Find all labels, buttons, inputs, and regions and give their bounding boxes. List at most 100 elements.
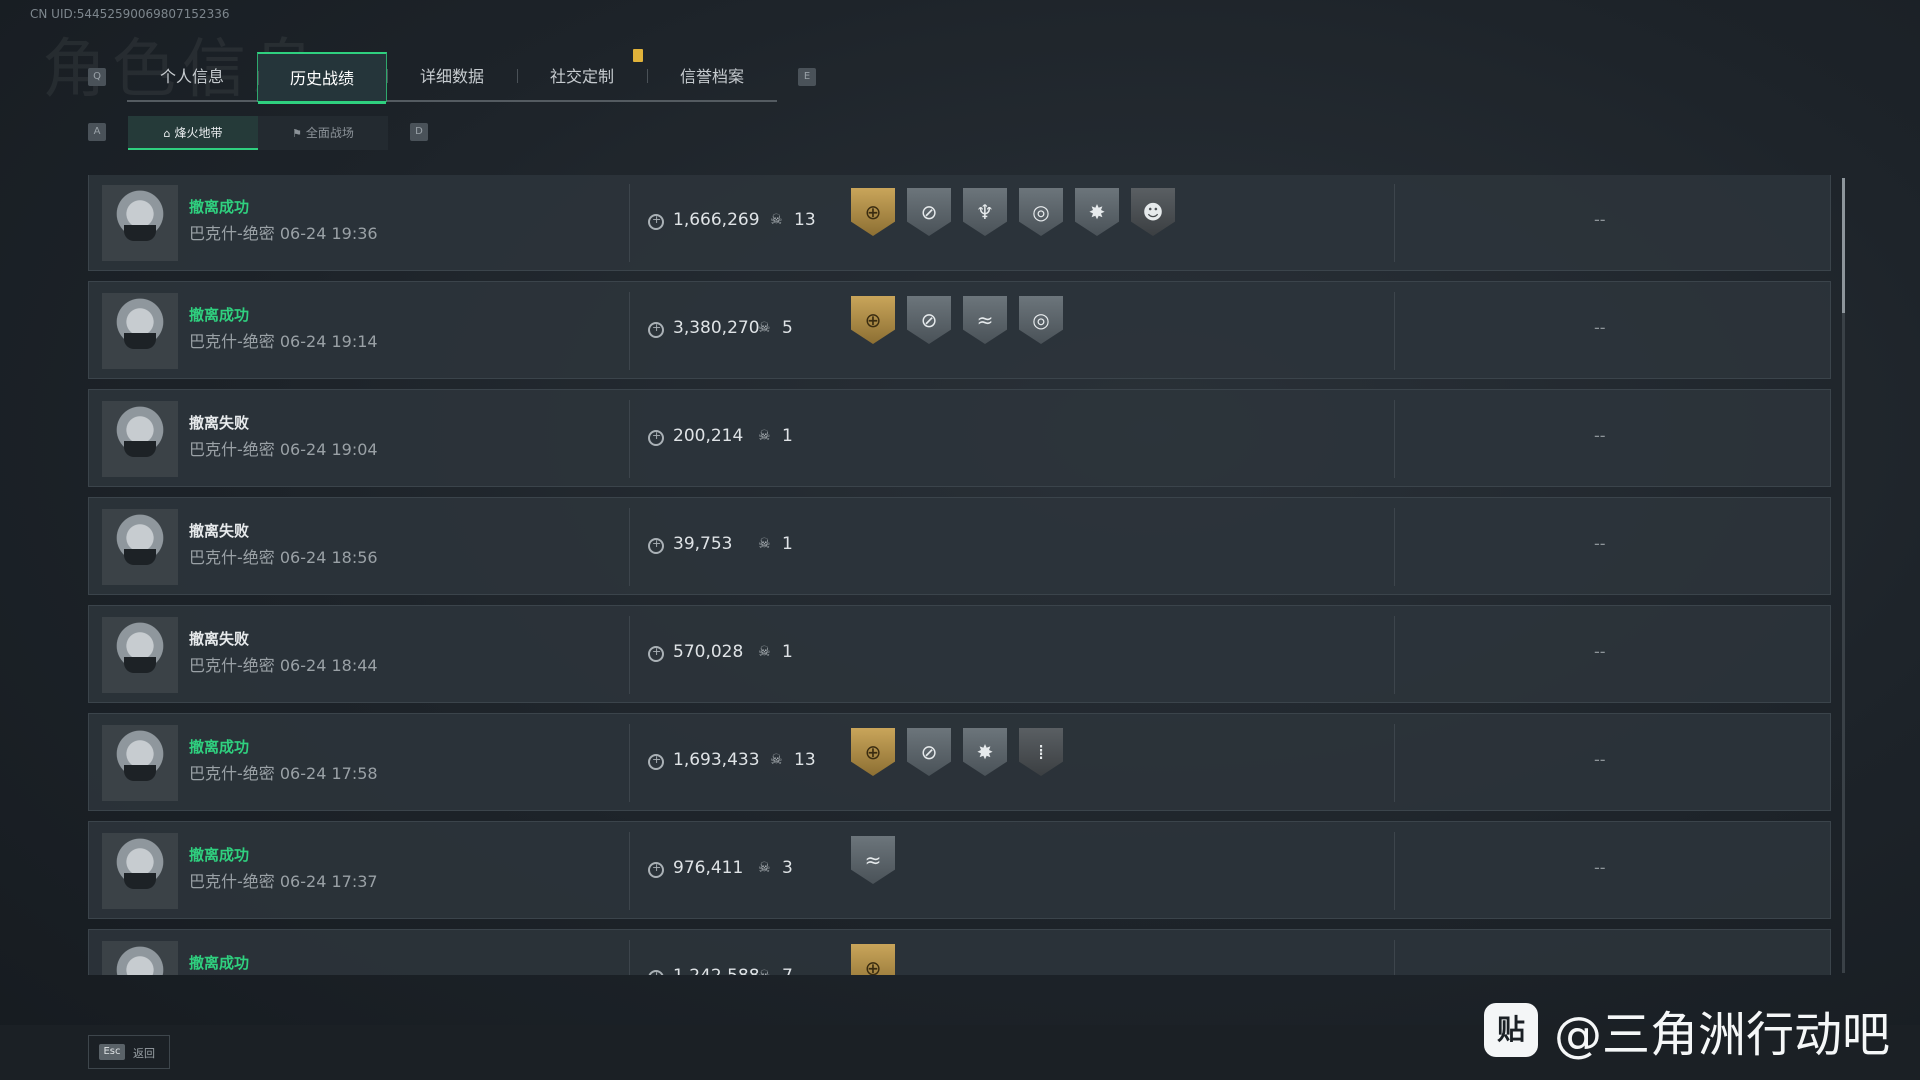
map-name: 巴克什-绝密 [189, 872, 275, 891]
burst-star-icon[interactable]: ✸ [1075, 188, 1119, 236]
match-record-row[interactable]: 撤离成功巴克什-绝密 06-24 17:37 976,411 ☠ 3 ≈ -- [88, 821, 1831, 919]
map-and-time: 巴克什-绝密 06-24 18:44 [189, 652, 378, 676]
skull-icon: ☠ [758, 860, 771, 876]
column-divider [1394, 508, 1395, 586]
gold-emblem-icon[interactable]: ⊕ [851, 296, 895, 344]
column-divider [1394, 832, 1395, 910]
extra-value: -- [1594, 534, 1606, 553]
match-time: 06-24 17:37 [279, 872, 378, 891]
column-divider [629, 832, 630, 910]
extra-value: -- [1594, 426, 1606, 445]
skull-icon: ☠ [758, 968, 771, 975]
eagle-wings-icon[interactable]: ♆ [963, 188, 1007, 236]
match-record-row[interactable]: 撤离失败巴克什-绝密 06-24 18:56 39,753 ☠ 1 -- [88, 497, 1831, 595]
map-and-time: 巴克什-绝密 06-24 17:37 [189, 868, 378, 892]
crosshair-slash-icon[interactable]: ⊘ [907, 296, 951, 344]
watermark-text: @三角洲行动吧 [1553, 1007, 1890, 1063]
operator-avatar [102, 617, 178, 693]
scrollbar-thumb[interactable] [1842, 178, 1845, 313]
kill-count: 5 [782, 318, 793, 338]
coin-icon [648, 537, 664, 554]
kill-count: 13 [794, 210, 816, 230]
sub-tab-bar: ⌂ 烽火地带 ⚑ 全面战场 [128, 116, 388, 150]
skull-icon: ☠ [770, 752, 783, 768]
extracted-value: 570,028 [673, 642, 744, 662]
crosshair-slash-icon[interactable]: ⊘ [907, 188, 951, 236]
extraction-status: 撤离成功 [189, 954, 250, 972]
crosshair-slash-icon[interactable]: ⊘ [907, 728, 951, 776]
coin-icon [648, 429, 664, 446]
column-divider [629, 508, 630, 586]
match-record-row[interactable]: 撤离成功巴克什-绝密 06-24 17:121,242,588☠7⊕-- [88, 929, 1831, 975]
column-divider [1394, 400, 1395, 478]
map-name: 巴克什-绝密 [189, 548, 275, 567]
extraction-status: 撤离成功 [189, 198, 250, 216]
extraction-status: 撤离成功 [189, 306, 250, 324]
match-record-row[interactable]: 撤离成功巴克什-绝密 06-24 19:14 3,380,270☠ 5 ⊕⊘≈◎ -- [88, 281, 1831, 379]
match-time: 06-24 18:56 [279, 548, 378, 567]
kill-count: 1 [782, 534, 793, 554]
kill-count: 7 [782, 966, 793, 975]
tieba-logo-icon: 贴 [1483, 1003, 1538, 1057]
match-record-row[interactable]: 撤离失败巴克什-绝密 06-24 18:44 570,028 ☠ 1 -- [88, 605, 1831, 703]
gold-emblem-icon[interactable]: ⊕ [851, 944, 895, 975]
scrollbar[interactable] [1842, 178, 1845, 973]
match-record-row[interactable]: 撤离失败巴克什-绝密 06-24 19:04 200,214 ☠ 1 -- [88, 389, 1831, 487]
map-and-time: 巴克什-绝密 06-24 19:14 [189, 328, 378, 352]
column-divider [1394, 184, 1395, 262]
match-record-row[interactable]: 撤离成功巴克什-绝密 06-24 19:36 1,666,269 ☠ 13 ⊕⊘♆◎✸☻… [88, 175, 1831, 271]
target-icon[interactable]: ◎ [1019, 296, 1063, 344]
extracted-value: 1,693,433 [673, 750, 760, 770]
tab-match-history[interactable]: 历史战绩 [257, 52, 387, 104]
column-divider [629, 940, 630, 975]
wave-emblem-icon[interactable]: ≈ [963, 296, 1007, 344]
wave-emblem-icon[interactable]: ≈ [851, 836, 895, 884]
tab-detailed-data[interactable]: 详细数据 [387, 52, 517, 100]
extra-value: -- [1594, 642, 1606, 661]
coin-icon [648, 213, 664, 230]
medal-row: ≈ [851, 836, 895, 884]
map-name: 巴克什-绝密 [189, 656, 275, 675]
extraction-status: 撤离失败 [189, 522, 250, 540]
key-hint-d: D [410, 123, 428, 141]
subtab-operations-zone[interactable]: ⌂ 烽火地带 [128, 116, 258, 150]
back-button[interactable]: Esc 返回 [88, 1035, 170, 1069]
back-label: 返回 [133, 1047, 155, 1060]
medal-row: ⊕ [851, 944, 895, 975]
watermark: 贴 @三角洲行动吧 [1483, 995, 1890, 1065]
tab-credit-record[interactable]: 信誉档案 [647, 52, 777, 100]
target-icon[interactable]: ◎ [1019, 188, 1063, 236]
column-divider [629, 724, 630, 802]
column-divider [1394, 616, 1395, 694]
kill-count: 13 [794, 750, 816, 770]
coin-icon [648, 321, 664, 338]
match-time: 06-24 18:44 [279, 656, 378, 675]
extraction-status: 撤离成功 [189, 846, 250, 864]
tab-social-custom[interactable]: 社交定制 [517, 52, 647, 100]
burst-star-icon[interactable]: ✸ [963, 728, 1007, 776]
extra-value: -- [1594, 210, 1606, 229]
match-record-row[interactable]: 撤离成功巴克什-绝密 06-24 17:58 1,693,433 ☠ 13 ⊕⊘✸⁞ -- [88, 713, 1831, 811]
gold-emblem-icon[interactable]: ⊕ [851, 188, 895, 236]
key-hint-q: Q [88, 68, 106, 86]
extraction-status: 撤离失败 [189, 630, 250, 648]
gold-emblem-icon[interactable]: ⊕ [851, 728, 895, 776]
extraction-status: 撤离失败 [189, 414, 250, 432]
operator-avatar [102, 185, 178, 261]
masked-operator-icon[interactable]: ☻ [1131, 188, 1175, 236]
extracted-value: 3,380,270 [673, 318, 760, 338]
column-divider [1394, 940, 1395, 975]
outpost-icon: ⌂ [163, 127, 171, 140]
subtab-full-battlefield[interactable]: ⚑ 全面战场 [258, 116, 388, 150]
operator-avatar [102, 725, 178, 801]
coin-icon [648, 753, 664, 770]
map-name: 巴克什-绝密 [189, 764, 275, 783]
extra-value: -- [1594, 750, 1606, 769]
skull-icon: ☠ [758, 428, 771, 444]
skull-icon: ☠ [758, 644, 771, 660]
extra-value: -- [1594, 858, 1606, 877]
bullets-icon[interactable]: ⁞ [1019, 728, 1063, 776]
battlefield-icon: ⚑ [292, 127, 302, 140]
extra-value: -- [1594, 318, 1606, 337]
tab-personal-info[interactable]: 个人信息 [127, 52, 257, 100]
